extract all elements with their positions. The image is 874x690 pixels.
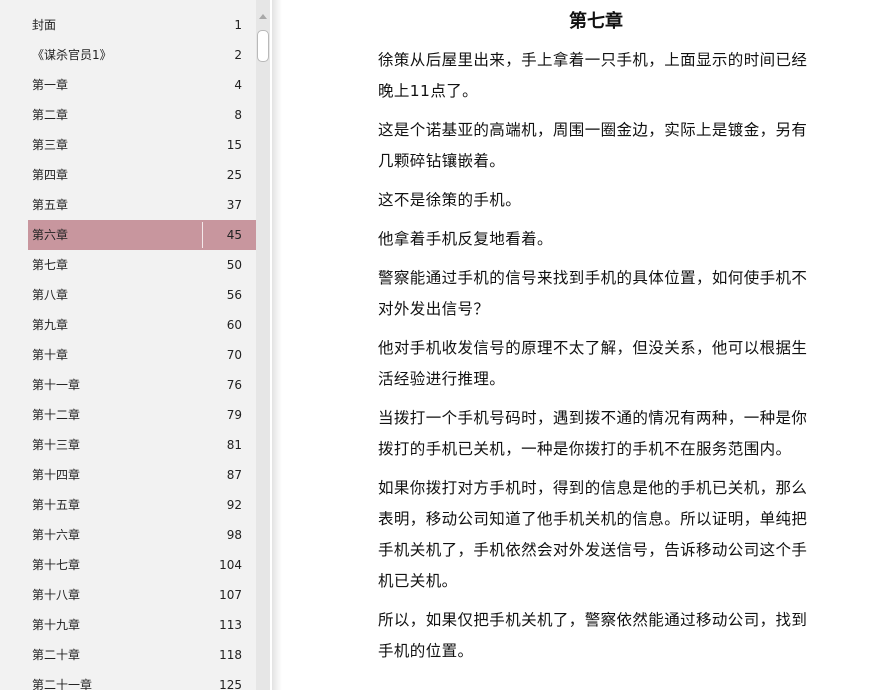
toc-item-title: 第十五章 (32, 498, 81, 512)
toc-sidebar: 封面 1 《谋杀官员1》 2 第一章 4 第二章 8 第三章 15 第四章 25 第五章 37 第六章 45 第… (0, 0, 256, 690)
toc-item[interactable]: 第十六章 98 (0, 520, 256, 550)
chapter-title: 第七章 (569, 11, 623, 32)
toc-item-title: 《谋杀官员1》 (32, 48, 112, 62)
toc-item-title: 第六章 (32, 228, 69, 242)
toc-item-title: 第二十章 (32, 648, 81, 662)
toc-item-title: 第十四章 (32, 468, 81, 482)
toc-item[interactable]: 第七章 50 (0, 250, 256, 280)
toc-item-title: 第四章 (32, 168, 69, 182)
toc-item-page-number: 118 (219, 648, 242, 662)
toc-item-page-number: 56 (226, 288, 242, 302)
toc-item-page-number: 81 (226, 438, 242, 452)
toc-list: 封面 1 《谋杀官员1》 2 第一章 4 第二章 8 第三章 15 第四章 25 第五章 37 第六章 45 第… (0, 10, 256, 690)
toc-item-page-number: 107 (219, 588, 242, 602)
toc-item-title: 第九章 (32, 318, 69, 332)
paragraph: 如果你拨打对方手机时，得到的信息是他的手机已关机，那么表明，移动公司知道了他手机… (378, 479, 808, 590)
paragraph: 徐策从后屋里出来，手上拿着一只手机，上面显示的时间已经晚上11点了。 (378, 51, 808, 100)
toc-item[interactable]: 第十八章 107 (0, 580, 256, 610)
toc-item-page-number: 45 (226, 228, 242, 242)
toc-item-selected[interactable]: 第六章 45 (28, 220, 256, 250)
paragraph: 这不是徐策的手机。 (378, 191, 522, 209)
toc-item[interactable]: 第一章 4 (0, 70, 256, 100)
scroll-up-arrow-icon[interactable] (259, 14, 267, 19)
pane-divider[interactable] (272, 0, 282, 690)
paragraph: 他拿着手机反复地看着。 (378, 230, 553, 248)
toc-item-title: 第二十一章 (32, 678, 93, 690)
toc-item-title: 第十八章 (32, 588, 81, 602)
toc-item[interactable]: 第十二章 79 (0, 400, 256, 430)
toc-item[interactable]: 第三章 15 (0, 130, 256, 160)
toc-item-title: 第十二章 (32, 408, 81, 422)
toc-item-page-number: 98 (226, 528, 242, 542)
toc-item-page-number: 8 (234, 108, 242, 122)
toc-item-page-number: 1 (234, 18, 242, 32)
reading-pane: 第七章 徐策从后屋里出来，手上拿着一只手机，上面显示的时间已经晚上11点了。 这是… (282, 0, 874, 690)
toc-item[interactable]: 第十三章 81 (0, 430, 256, 460)
toc-item-page-number: 113 (219, 618, 242, 632)
toc-item[interactable]: 第十五章 92 (0, 490, 256, 520)
toc-item[interactable]: 第二十章 118 (0, 640, 256, 670)
toc-item-page-number: 76 (226, 378, 242, 392)
toc-item[interactable]: 《谋杀官员1》 2 (0, 40, 256, 70)
toc-item[interactable]: 第十章 70 (0, 340, 256, 370)
toc-item[interactable]: 第十四章 87 (0, 460, 256, 490)
toc-scrollbar[interactable] (256, 0, 270, 690)
toc-item-title: 第五章 (32, 198, 69, 212)
toc-item[interactable]: 第二十一章 125 (0, 670, 256, 690)
scroll-thumb[interactable] (257, 30, 269, 62)
toc-item-page-number: 92 (226, 498, 242, 512)
toc-item[interactable]: 第十一章 76 (0, 370, 256, 400)
toc-item-title: 封面 (32, 18, 57, 32)
toc-item[interactable]: 第五章 37 (0, 190, 256, 220)
paragraph: 所以，如果仅把手机关机了，警察依然能通过移动公司，找到手机的位置。 (378, 611, 808, 660)
toc-item[interactable]: 第八章 56 (0, 280, 256, 310)
paragraph: 警察能通过手机的信号来找到手机的具体位置，如何使手机不对外发出信号？ (378, 269, 808, 318)
toc-item-title: 第一章 (32, 78, 69, 92)
toc-item-title: 第十九章 (32, 618, 81, 632)
toc-item[interactable]: 第十九章 113 (0, 610, 256, 640)
toc-item-page-number: 79 (226, 408, 242, 422)
toc-item-title: 第十章 (32, 348, 69, 362)
toc-item-page-number: 125 (219, 678, 242, 690)
toc-item-title: 第十一章 (32, 378, 81, 392)
toc-item-page-number: 87 (226, 468, 242, 482)
toc-item-title: 第十三章 (32, 438, 81, 452)
paragraph: 这是个诺基亚的高端机，周围一圈金边，实际上是镀金，另有几颗碎钻镶嵌着。 (378, 121, 808, 170)
paragraph: 他对手机收发信号的原理不太了解，但没关系，他可以根据生活经验进行推理。 (378, 339, 808, 388)
reader-app: 封面 1 《谋杀官员1》 2 第一章 4 第二章 8 第三章 15 第四章 25 第五章 37 第六章 45 第… (0, 0, 874, 690)
toc-item-page-number: 2 (234, 48, 242, 62)
toc-item-title: 第七章 (32, 258, 69, 272)
toc-item[interactable]: 第十七章 104 (0, 550, 256, 580)
toc-item-title: 第十七章 (32, 558, 81, 572)
toc-item[interactable]: 第九章 60 (0, 310, 256, 340)
toc-item-page-number: 104 (219, 558, 242, 572)
toc-item-page-number: 4 (234, 78, 242, 92)
paragraph: 当拨打一个手机号码时，遇到拨不通的情况有两种，一种是你拨打的手机已关机，一种是你… (378, 409, 808, 458)
toc-item-page-number: 50 (226, 258, 242, 272)
toc-item[interactable]: 第二章 8 (0, 100, 256, 130)
toc-item-page-number: 37 (226, 198, 242, 212)
toc-item-title: 第三章 (32, 138, 69, 152)
toc-item-title: 第八章 (32, 288, 69, 302)
toc-item-page-number: 60 (226, 318, 242, 332)
toc-item-page-number: 70 (226, 348, 242, 362)
toc-item-page-number: 15 (226, 138, 242, 152)
toc-item-title: 第十六章 (32, 528, 81, 542)
chapter-content: 徐策从后屋里出来，手上拿着一只手机，上面显示的时间已经晚上11点了。 这是个诺基亚… (378, 45, 812, 675)
toc-item-title: 第二章 (32, 108, 69, 122)
toc-item[interactable]: 封面 1 (0, 10, 256, 40)
toc-item-page-number: 25 (226, 168, 242, 182)
toc-item[interactable]: 第四章 25 (0, 160, 256, 190)
